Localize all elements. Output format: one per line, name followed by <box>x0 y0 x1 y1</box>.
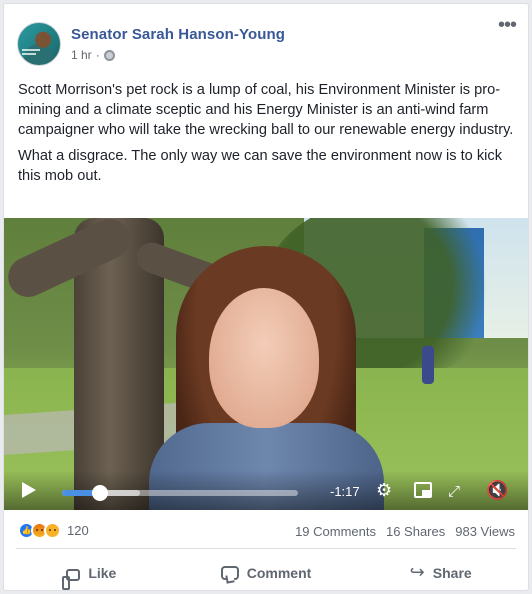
share-button[interactable]: ↪ Share <box>353 559 528 587</box>
avatar-decoration <box>22 49 40 51</box>
like-button[interactable]: Like <box>4 559 179 590</box>
volume-muted-icon[interactable]: 🔇 <box>486 482 508 500</box>
picture-in-picture-icon[interactable] <box>414 482 432 498</box>
thumbs-up-icon <box>62 569 81 590</box>
shares-count[interactable]: 16 Shares <box>386 524 445 539</box>
progress-handle[interactable] <box>91 485 108 501</box>
gear-icon[interactable]: ⚙ <box>376 482 392 500</box>
avatar-decoration <box>22 53 36 55</box>
post-header: Senator Sarah Hanson-Young 1 hr · ••• <box>4 4 528 70</box>
fullscreen-icon[interactable]: ⤢ <box>448 482 460 500</box>
video-player[interactable]: -1:17 ⚙ ⤢ 🔇 <box>4 218 528 510</box>
post-meta: 1 hr · <box>71 48 115 62</box>
share-label: Share <box>432 565 472 581</box>
comment-label: Comment <box>246 565 312 581</box>
engagement-stats: 19 Comments 16 Shares 983 Views <box>295 524 515 539</box>
author-name[interactable]: Senator Sarah Hanson-Young <box>71 26 285 43</box>
views-count: 983 Views <box>455 524 515 539</box>
comments-count[interactable]: 19 Comments <box>295 524 376 539</box>
action-bar: Like Comment ↪ Share <box>4 559 528 590</box>
play-icon[interactable] <box>22 482 36 498</box>
post-paragraph: What a disgrace. The only way we can sav… <box>18 148 502 184</box>
post-paragraph: Scott Morrison's pet rock is a lump of c… <box>18 82 514 138</box>
post-text: Scott Morrison's pet rock is a lump of c… <box>18 80 518 192</box>
sad-reaction-icon <box>44 522 61 539</box>
comment-icon <box>220 566 239 580</box>
video-frame-person <box>422 346 434 384</box>
post-card: Senator Sarah Hanson-Young 1 hr · ••• Sc… <box>3 3 529 591</box>
reactions-summary[interactable]: 120 <box>18 522 89 539</box>
reaction-count[interactable]: 120 <box>67 523 89 538</box>
globe-icon[interactable] <box>103 49 115 61</box>
time-remaining: -1:17 <box>330 484 360 499</box>
video-frame-speaker-face <box>209 288 319 428</box>
avatar[interactable] <box>17 22 61 66</box>
divider <box>16 548 516 549</box>
more-options-icon[interactable]: ••• <box>498 15 517 35</box>
meta-separator: · <box>95 48 100 62</box>
like-label: Like <box>88 565 117 581</box>
comment-button[interactable]: Comment <box>179 559 354 587</box>
post-time[interactable]: 1 hr <box>71 48 92 62</box>
progress-bar[interactable] <box>62 485 298 501</box>
video-controls: -1:17 ⚙ ⤢ 🔇 <box>4 470 528 510</box>
share-icon: ↪ <box>409 562 425 583</box>
